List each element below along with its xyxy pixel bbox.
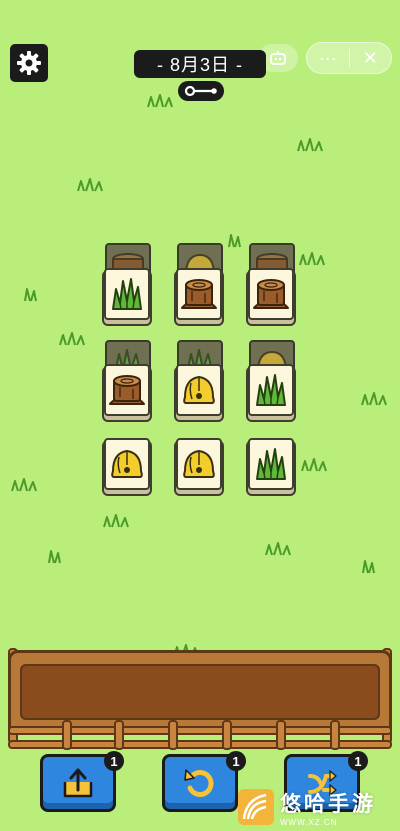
bell-icon [183, 376, 215, 404]
grass-tuft-icon [361, 392, 387, 406]
grass-tuft-icon [77, 178, 103, 192]
tile-bell[interactable] [104, 438, 150, 490]
stump-icon [109, 375, 145, 405]
settings-button[interactable] [10, 44, 48, 82]
grass-tuft-icon [228, 234, 241, 248]
tile-stump[interactable] [248, 268, 294, 320]
bell-icon [183, 450, 215, 478]
fence-post [330, 720, 340, 750]
grass-icon [256, 374, 286, 406]
fence-post [276, 720, 286, 750]
tile-stump[interactable] [104, 364, 150, 416]
grass-tuft-icon [103, 514, 129, 528]
bell-icon [111, 450, 143, 478]
tile-grass[interactable] [248, 364, 294, 416]
grass-tuft-icon [11, 478, 37, 492]
watermark-url: WWW.XZ.CN [280, 817, 338, 827]
mini-program-capsule: ··· ✕ [306, 42, 392, 74]
more-button[interactable]: ··· [307, 43, 349, 73]
grass-tuft-icon [59, 332, 85, 346]
tray-out-icon [63, 768, 93, 798]
close-button[interactable]: ✕ [350, 43, 392, 73]
date-label: - 8月3日 - [134, 50, 266, 78]
shuffle-count: 1 [348, 751, 368, 771]
fence-post [168, 720, 178, 750]
grass-tuft-icon [362, 560, 375, 574]
grass-tuft-icon [48, 550, 61, 564]
watermark: 悠哈手游 WWW.XZ.CN [236, 784, 400, 830]
tile-bell[interactable] [176, 438, 222, 490]
undo-count: 1 [226, 751, 246, 771]
stump-icon [253, 279, 289, 309]
tile-stump[interactable] [176, 268, 222, 320]
grass-icon [112, 278, 142, 310]
grass-icon [256, 448, 286, 480]
grass-tuft-icon [299, 252, 325, 266]
watermark-title: 悠哈手游 [280, 792, 376, 816]
watermark-logo-icon [238, 789, 274, 825]
watermark-text: 悠哈手游 WWW.XZ.CN [280, 788, 376, 827]
fence-post [114, 720, 124, 750]
game-screen: - 8月3日 - ··· ✕ 1 1 1 悠哈手游 WWW.XZ.CN [0, 0, 400, 831]
grass-tuft-icon [265, 542, 291, 556]
robot-icon [270, 51, 286, 65]
grass-tuft-icon [297, 138, 323, 152]
tile-tray-slot [20, 664, 380, 720]
fence-post [222, 720, 232, 750]
tile-grass[interactable] [248, 438, 294, 490]
undo-icon [184, 769, 214, 797]
tile-bell[interactable] [176, 364, 222, 416]
grass-tuft-icon [24, 288, 37, 302]
fence-post [62, 720, 72, 750]
move-out-count: 1 [104, 751, 124, 771]
key-badge [178, 81, 224, 101]
grass-tuft-icon [301, 458, 327, 472]
gear-icon [17, 51, 41, 75]
grass-tuft-icon [147, 94, 173, 108]
stump-icon [181, 279, 217, 309]
key-icon [184, 85, 217, 97]
tile-grass[interactable] [104, 268, 150, 320]
